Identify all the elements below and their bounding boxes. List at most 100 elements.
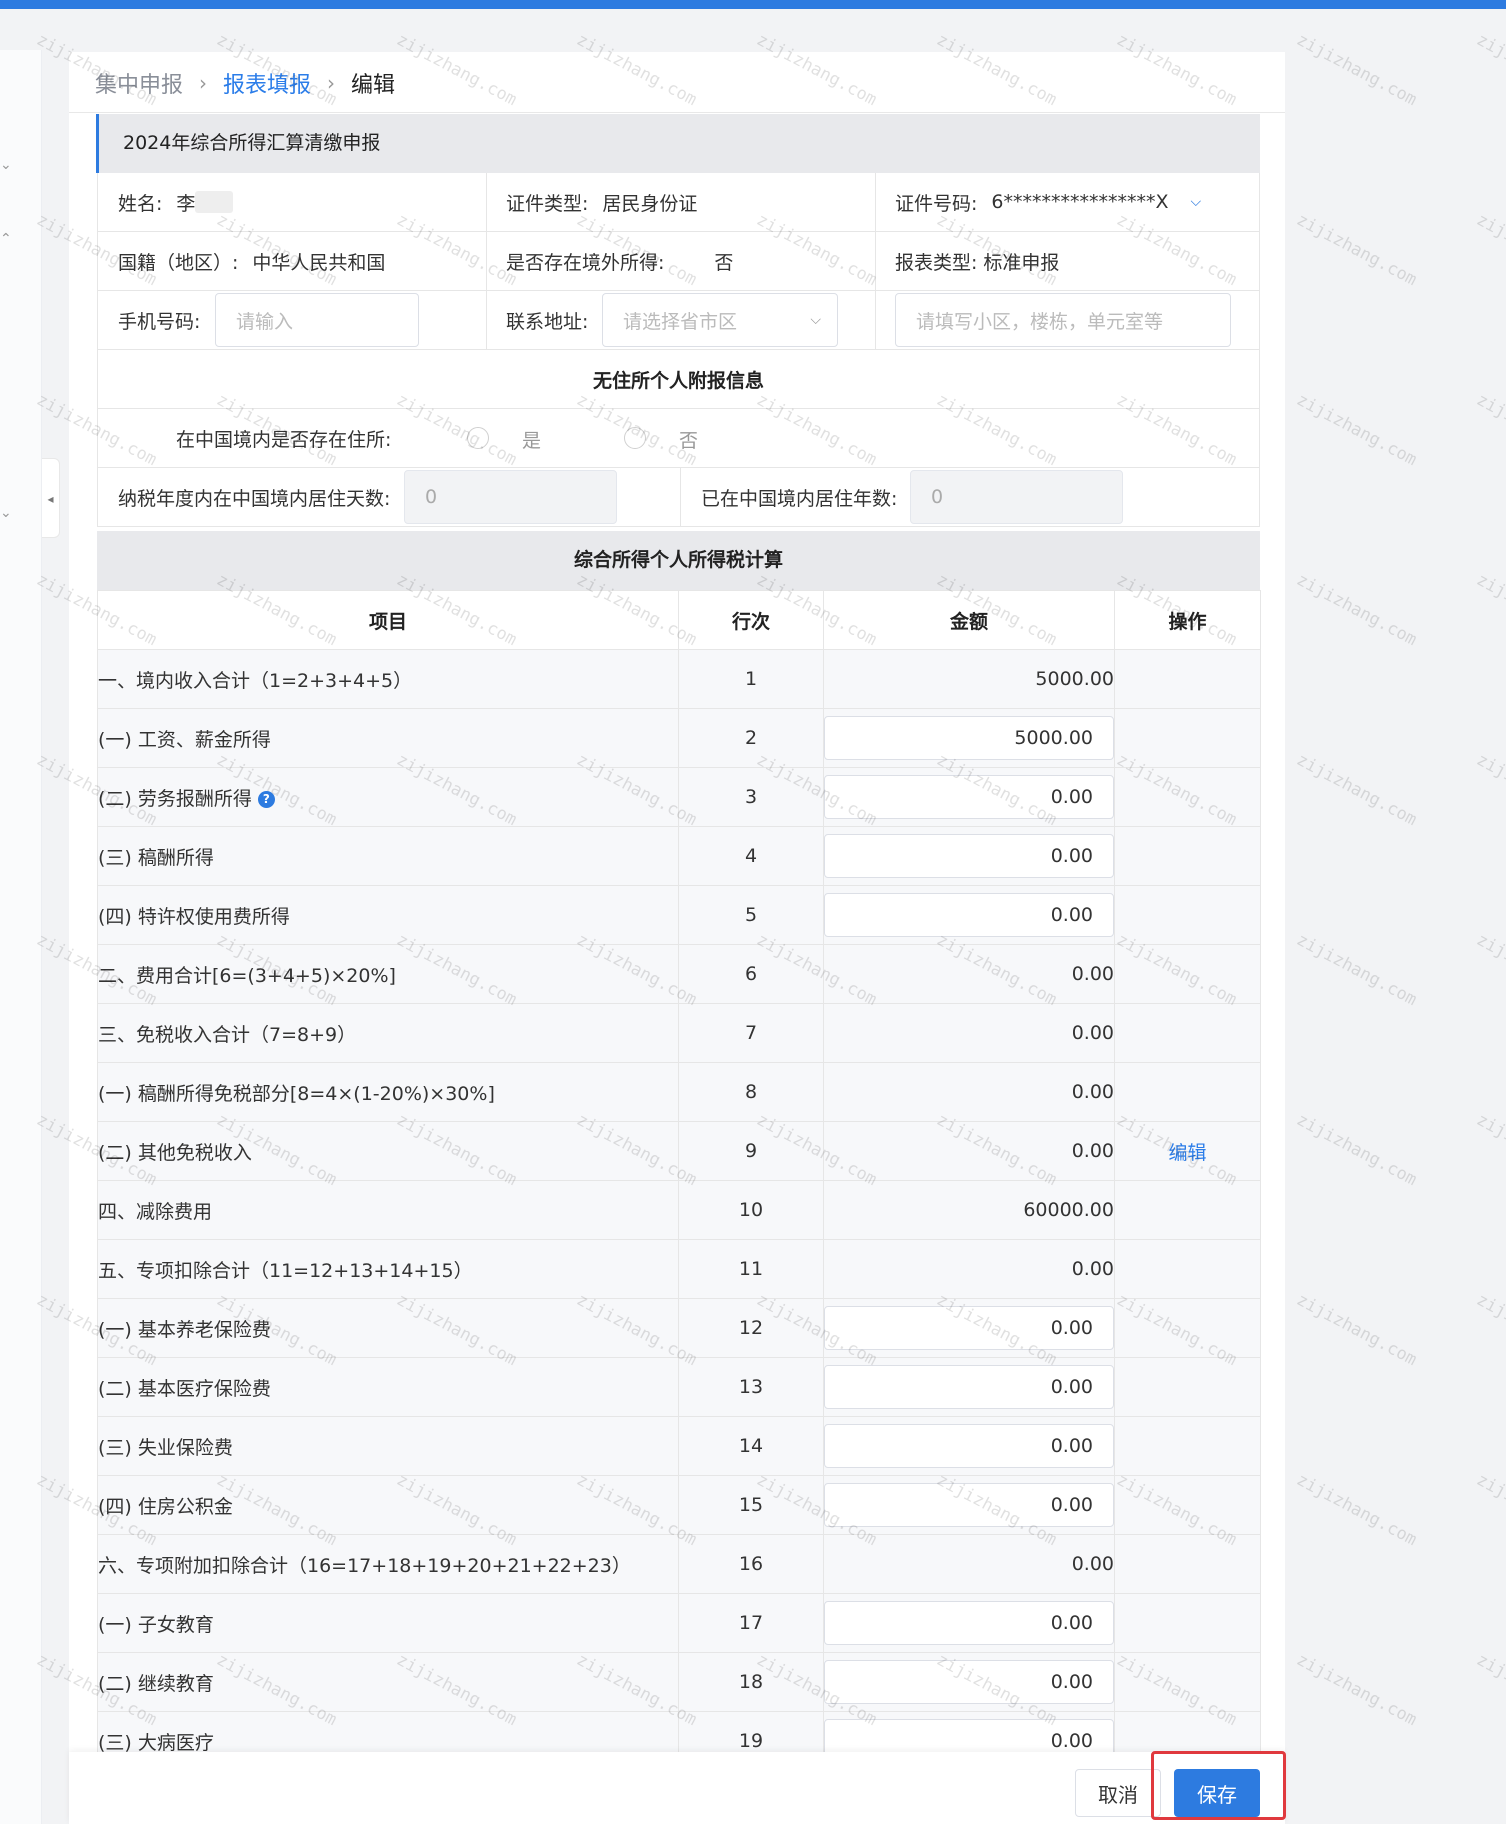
amount-input[interactable]: 0.00 <box>824 1306 1114 1350</box>
chevron-down-icon[interactable]: ⌵ <box>1191 194 1202 210</box>
breadcrumb-current: 编辑 <box>351 73 396 98</box>
residence-years-label: 已在中国境内居住年数: <box>701 487 898 510</box>
watermark-text: zijizhang.com <box>1473 1109 1506 1191</box>
row-number: 6 <box>678 944 824 1004</box>
action-cell <box>1114 1652 1261 1712</box>
nationality-value: 中华人民共和国 <box>252 251 386 274</box>
overseas-income-value: 否 <box>714 251 734 274</box>
amount-input[interactable]: 0.00 <box>824 1660 1114 1704</box>
row-item-label: (三) 稿酬所得 <box>98 846 214 869</box>
amount-value: 0.00 <box>823 1121 1115 1181</box>
amount-input[interactable]: 0.00 <box>824 893 1114 937</box>
row-item-cell: (四) 住房公积金 <box>97 1475 679 1535</box>
amount-cell: 0.00 <box>823 1652 1115 1712</box>
action-cell <box>1114 1298 1261 1358</box>
watermark-text: zijizhang.com <box>1473 209 1506 291</box>
watermark-text: zijizhang.com <box>1473 749 1506 831</box>
table-row: (三) 稿酬所得 4 0.00 <box>97 826 1261 886</box>
residence-yes-radio[interactable] <box>467 427 489 449</box>
amount-input[interactable]: 0.00 <box>824 1601 1114 1645</box>
collapse-sidebar-toggle[interactable]: ◂ <box>42 458 60 538</box>
watermark-text: zijizhang.com <box>1293 569 1420 651</box>
action-cell <box>1114 1180 1261 1240</box>
residence-years-input[interactable]: 0 <box>910 470 1123 524</box>
id-type-value: 居民身份证 <box>602 192 698 215</box>
watermark-text: zijizhang.com <box>1293 389 1420 471</box>
row-item-cell: (二) 继续教育 <box>97 1652 679 1712</box>
amount-cell: 0.00 <box>823 1593 1115 1653</box>
row-item-cell: 三、免税收入合计（7=8+9） <box>97 1003 679 1063</box>
help-icon[interactable]: ? <box>257 790 275 808</box>
table-row: (二) 其他免税收入 9 0.00 编辑 <box>97 1121 1261 1181</box>
cancel-button[interactable]: 取消 <box>1075 1769 1161 1817</box>
address-region-select[interactable]: 请选择省市区 ⌵ <box>602 293 838 347</box>
row-item-cell: (二) 劳务报酬所得? <box>97 767 679 827</box>
row-item-cell: (三) 失业保险费 <box>97 1416 679 1476</box>
chevron-up-icon[interactable]: ⌃ <box>0 232 14 246</box>
amount-value: 5000.00 <box>823 649 1115 709</box>
watermark-text: zijizhang.com <box>1293 749 1420 831</box>
id-type-field: 证件类型: 居民身份证 <box>506 173 697 231</box>
row-item-label: (一) 基本养老保险费 <box>98 1318 271 1341</box>
left-sidebar: ⌄ ⌃ ⌄ <box>0 50 42 1824</box>
table-row: (一) 子女教育 17 0.00 <box>97 1593 1261 1653</box>
taxpayer-info-section: 姓名: 李 证件类型: 居民身份证 证件号码: 6***************… <box>97 173 1260 527</box>
action-cell <box>1114 1003 1261 1063</box>
row-item-label: (二) 劳务报酬所得 <box>98 787 252 810</box>
amount-input[interactable]: 0.00 <box>824 1483 1114 1527</box>
chevron-down-icon[interactable]: ⌄ <box>0 506 14 520</box>
chevron-right-icon: › <box>199 71 208 95</box>
id-number-field: 证件号码: 6****************X ⌵ <box>895 173 1201 231</box>
column-header-item: 项目 <box>97 590 679 650</box>
id-type-label: 证件类型: <box>506 192 589 215</box>
breadcrumb-item[interactable]: 集中申报 <box>95 67 183 99</box>
watermark-text: zijizhang.com <box>1293 1469 1420 1551</box>
residence-days-input[interactable]: 0 <box>404 470 617 524</box>
table-row: (二) 劳务报酬所得? 3 0.00 <box>97 767 1261 827</box>
address-detail-input[interactable]: 请填写小区，楼栋，单元室等 <box>895 293 1231 347</box>
amount-input[interactable]: 0.00 <box>824 775 1114 819</box>
overseas-income-field: 是否存在境外所得: 否 <box>506 232 733 290</box>
name-label: 姓名: <box>118 192 163 215</box>
row-number: 15 <box>678 1475 824 1535</box>
row-number: 9 <box>678 1121 824 1181</box>
row-item-label: (二) 继续教育 <box>98 1672 214 1695</box>
row-number: 16 <box>678 1534 824 1594</box>
row-item-label: (一) 子女教育 <box>98 1613 214 1636</box>
row-item-label: 四、减除费用 <box>98 1200 213 1223</box>
top-accent-bar <box>0 0 1506 9</box>
amount-input[interactable]: 0.00 <box>824 834 1114 878</box>
chevron-down-icon[interactable]: ⌄ <box>0 158 14 172</box>
chevron-right-icon: › <box>327 71 336 95</box>
row-number: 2 <box>678 708 824 768</box>
amount-value: 0.00 <box>823 944 1115 1004</box>
row-item-label: (三) 大病医疗 <box>98 1731 214 1754</box>
amount-cell: 0.00 <box>823 1298 1115 1358</box>
breadcrumb-link[interactable]: 报表填报 <box>223 67 311 99</box>
row-number: 12 <box>678 1298 824 1358</box>
table-row: (四) 特许权使用费所得 5 0.00 <box>97 885 1261 945</box>
row-item-label: (四) 住房公积金 <box>98 1495 233 1518</box>
row-item-label: (四) 特许权使用费所得 <box>98 905 290 928</box>
watermark-text: zijizhang.com <box>1473 1469 1506 1551</box>
amount-input[interactable]: 0.00 <box>824 1365 1114 1409</box>
row-item-label: 六、专项附加扣除合计（16=17+18+19+20+21+22+23） <box>98 1554 631 1577</box>
watermark-text: zijizhang.com <box>1293 929 1420 1011</box>
overseas-income-label: 是否存在境外所得: <box>506 251 665 274</box>
amount-cell: 0.00 <box>823 1416 1115 1476</box>
amount-cell: 0.00 <box>823 767 1115 827</box>
action-cell <box>1114 1239 1261 1299</box>
row-number: 13 <box>678 1357 824 1417</box>
table-row: (一) 基本养老保险费 12 0.00 <box>97 1298 1261 1358</box>
edit-link[interactable]: 编辑 <box>1168 1142 1206 1164</box>
form-title: 2024年综合所得汇算清缴申报 <box>96 114 1260 173</box>
residence-no-radio[interactable] <box>624 427 646 449</box>
row-number: 7 <box>678 1003 824 1063</box>
row-item-cell: 二、费用合计[6=(3+4+5)×20%] <box>97 944 679 1004</box>
row-item-label: (三) 失业保险费 <box>98 1436 233 1459</box>
row-item-cell: 六、专项附加扣除合计（16=17+18+19+20+21+22+23） <box>97 1534 679 1594</box>
phone-input[interactable]: 请输入 <box>215 293 419 347</box>
amount-value: 0.00 <box>823 1534 1115 1594</box>
amount-input[interactable]: 0.00 <box>824 1424 1114 1468</box>
amount-input[interactable]: 5000.00 <box>824 716 1114 760</box>
